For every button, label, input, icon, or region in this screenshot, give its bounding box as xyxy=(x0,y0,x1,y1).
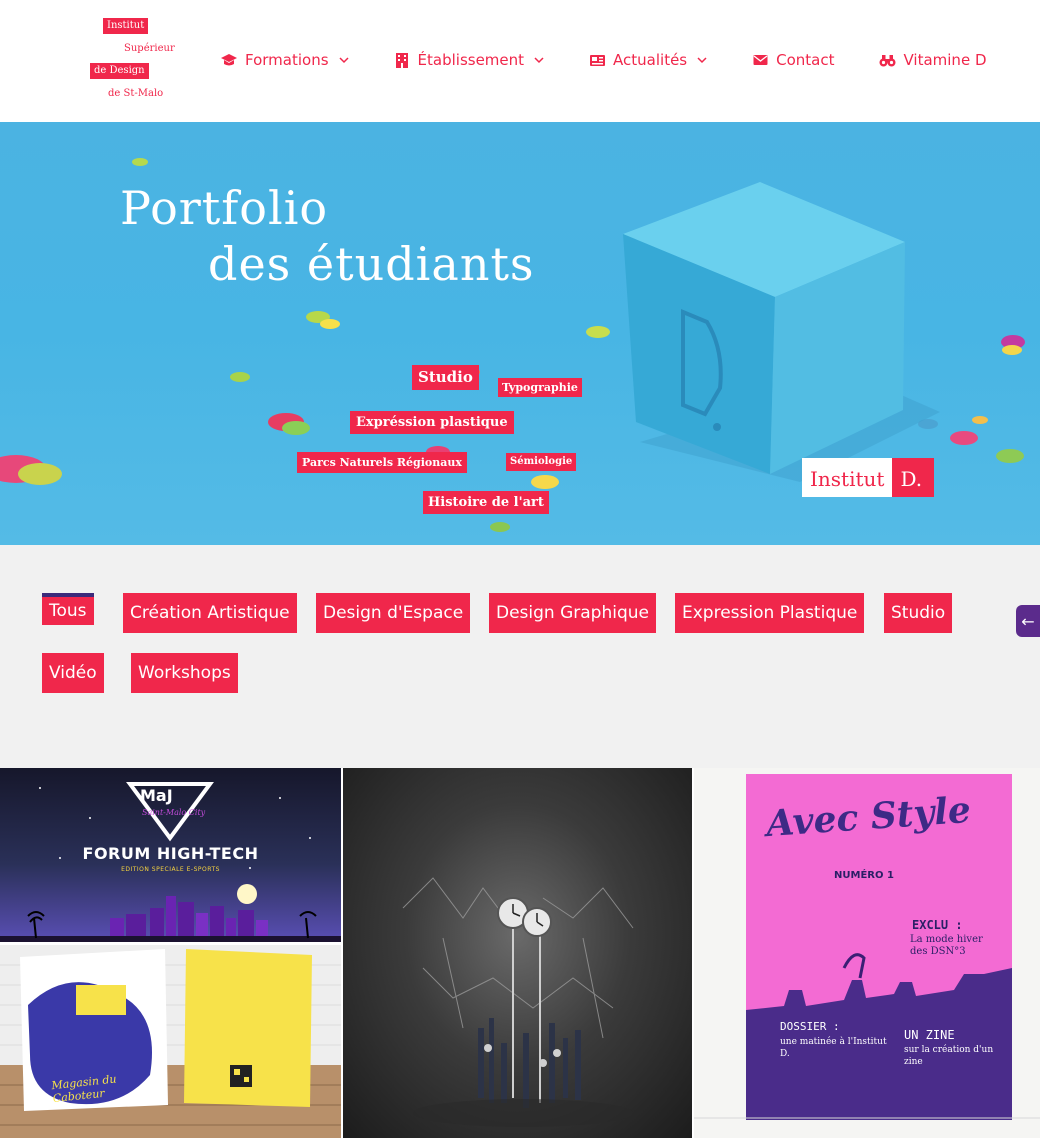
arrow-left-icon: ← xyxy=(1021,611,1035,631)
zine-dossier-label: DOSSIER : xyxy=(780,1020,840,1033)
zine-number: NUMÉRO 1 xyxy=(834,870,894,881)
forum-title: FORUM HIGH-TECH xyxy=(82,844,259,863)
zine-dossier-text: une matinée à l'Institut D. xyxy=(780,1037,887,1059)
nav-label-actualites: Actualités xyxy=(613,51,688,69)
hero-title-line-2: des étudiants xyxy=(208,237,535,291)
portfolio-item-magasin-caboteur[interactable]: Magasin du Caboteur xyxy=(0,945,341,1138)
site-logo[interactable]: Institut Supérieur de Design de St-Malo xyxy=(88,18,180,102)
badge-institut: Institut xyxy=(802,458,893,497)
hero-tag-typographie: Typographie xyxy=(498,378,582,397)
nav-item-actualites[interactable]: Actualités xyxy=(588,51,707,69)
zine-zine-label: UN ZINE xyxy=(904,1028,955,1042)
graduation-cap-icon xyxy=(220,52,238,68)
filter-creation-artistique[interactable]: Création Artistique xyxy=(123,593,297,633)
portfolio-item-forum-high-tech[interactable]: MaJ Saint-Malo City FORUM HIGH-TECH EDIT… xyxy=(0,768,341,942)
filter-design-espace[interactable]: Design d'Espace xyxy=(316,593,471,633)
hero-tag-expression-plastique: Expréssion plastique xyxy=(350,411,514,434)
portfolio-item-avec-style-zine[interactable]: Avec Style NUMÉRO 1 EXCLU : La mode hive… xyxy=(694,768,1040,1138)
binoculars-icon xyxy=(878,52,896,68)
hero-banner: Portfolio des étudiants Studio Typograph… xyxy=(0,122,1040,545)
maj-tagline: Saint-Malo City xyxy=(142,808,206,817)
filter-design-graphique[interactable]: Design Graphique xyxy=(489,593,656,633)
zine-zine-text: sur la création d'un zine xyxy=(904,1045,994,1067)
zine-exclu-label: EXCLU : xyxy=(912,918,963,932)
filter-tous[interactable]: Tous xyxy=(42,593,94,625)
filter-studio[interactable]: Studio xyxy=(884,593,953,633)
zine-exclu-text: La mode hiver des DSN°3 xyxy=(910,934,983,957)
nav-label-vitamine-d: Vitamine D xyxy=(903,51,987,69)
logo-line-2: Supérieur xyxy=(124,43,175,54)
portfolio-grid: MaJ Saint-Malo City FORUM HIGH-TECH EDIT… xyxy=(0,768,1040,1138)
maj-logo-text: MaJ xyxy=(140,786,173,805)
logo-line-1: Institut xyxy=(103,18,149,34)
filter-video[interactable]: Vidéo xyxy=(42,653,104,693)
building-icon xyxy=(393,52,411,68)
clock-sculpture-illustration xyxy=(402,877,634,1127)
nav-label-contact: Contact xyxy=(776,51,835,69)
newspaper-icon xyxy=(588,52,606,68)
institut-d-badge: Institut D. xyxy=(802,458,935,497)
caboteur-cards-illustration xyxy=(0,945,341,1138)
nav-item-formations[interactable]: Formations xyxy=(220,51,349,69)
hero-title-line-1: Portfolio xyxy=(120,181,329,235)
chevron-down-icon xyxy=(534,56,544,64)
hero-tag-studio: Studio xyxy=(412,365,479,390)
site-header: Institut Supérieur de Design de St-Malo … xyxy=(0,0,1040,122)
hero-tag-parcs-naturels: Parcs Naturels Régionaux xyxy=(297,452,467,473)
side-panel-toggle[interactable]: ← xyxy=(1016,605,1040,637)
chevron-down-icon xyxy=(339,56,349,64)
forum-subtitle: EDITION SPECIALE E-SPORTS xyxy=(121,866,220,873)
filter-workshops[interactable]: Workshops xyxy=(131,653,238,693)
nav-item-etablissement[interactable]: Établissement xyxy=(393,51,545,69)
portfolio-item-clock-sculpture[interactable] xyxy=(343,768,692,1138)
chevron-down-icon xyxy=(697,56,707,64)
portfolio-filters: Tous Création Artistique Design d'Espace… xyxy=(0,545,1040,768)
nav-item-contact[interactable]: Contact xyxy=(751,51,834,69)
nav-label-etablissement: Établissement xyxy=(417,51,525,69)
logo-line-4: de St-Malo xyxy=(108,88,164,99)
logo-line-3: de Design xyxy=(90,63,149,79)
hero-tag-semiologie: Sémiologie xyxy=(506,453,577,471)
filter-expression-plastique[interactable]: Expression Plastique xyxy=(675,593,865,633)
main-nav: Formations Établissement Actualités Cont… xyxy=(220,48,987,72)
envelope-icon xyxy=(751,52,769,68)
badge-d: D. xyxy=(892,458,935,497)
nav-label-formations: Formations xyxy=(245,51,329,69)
hero-title: Portfolio des étudiants xyxy=(120,180,535,292)
hero-tag-histoire-art: Histoire de l'art xyxy=(423,491,549,514)
nav-item-vitamine-d[interactable]: Vitamine D xyxy=(878,51,987,69)
